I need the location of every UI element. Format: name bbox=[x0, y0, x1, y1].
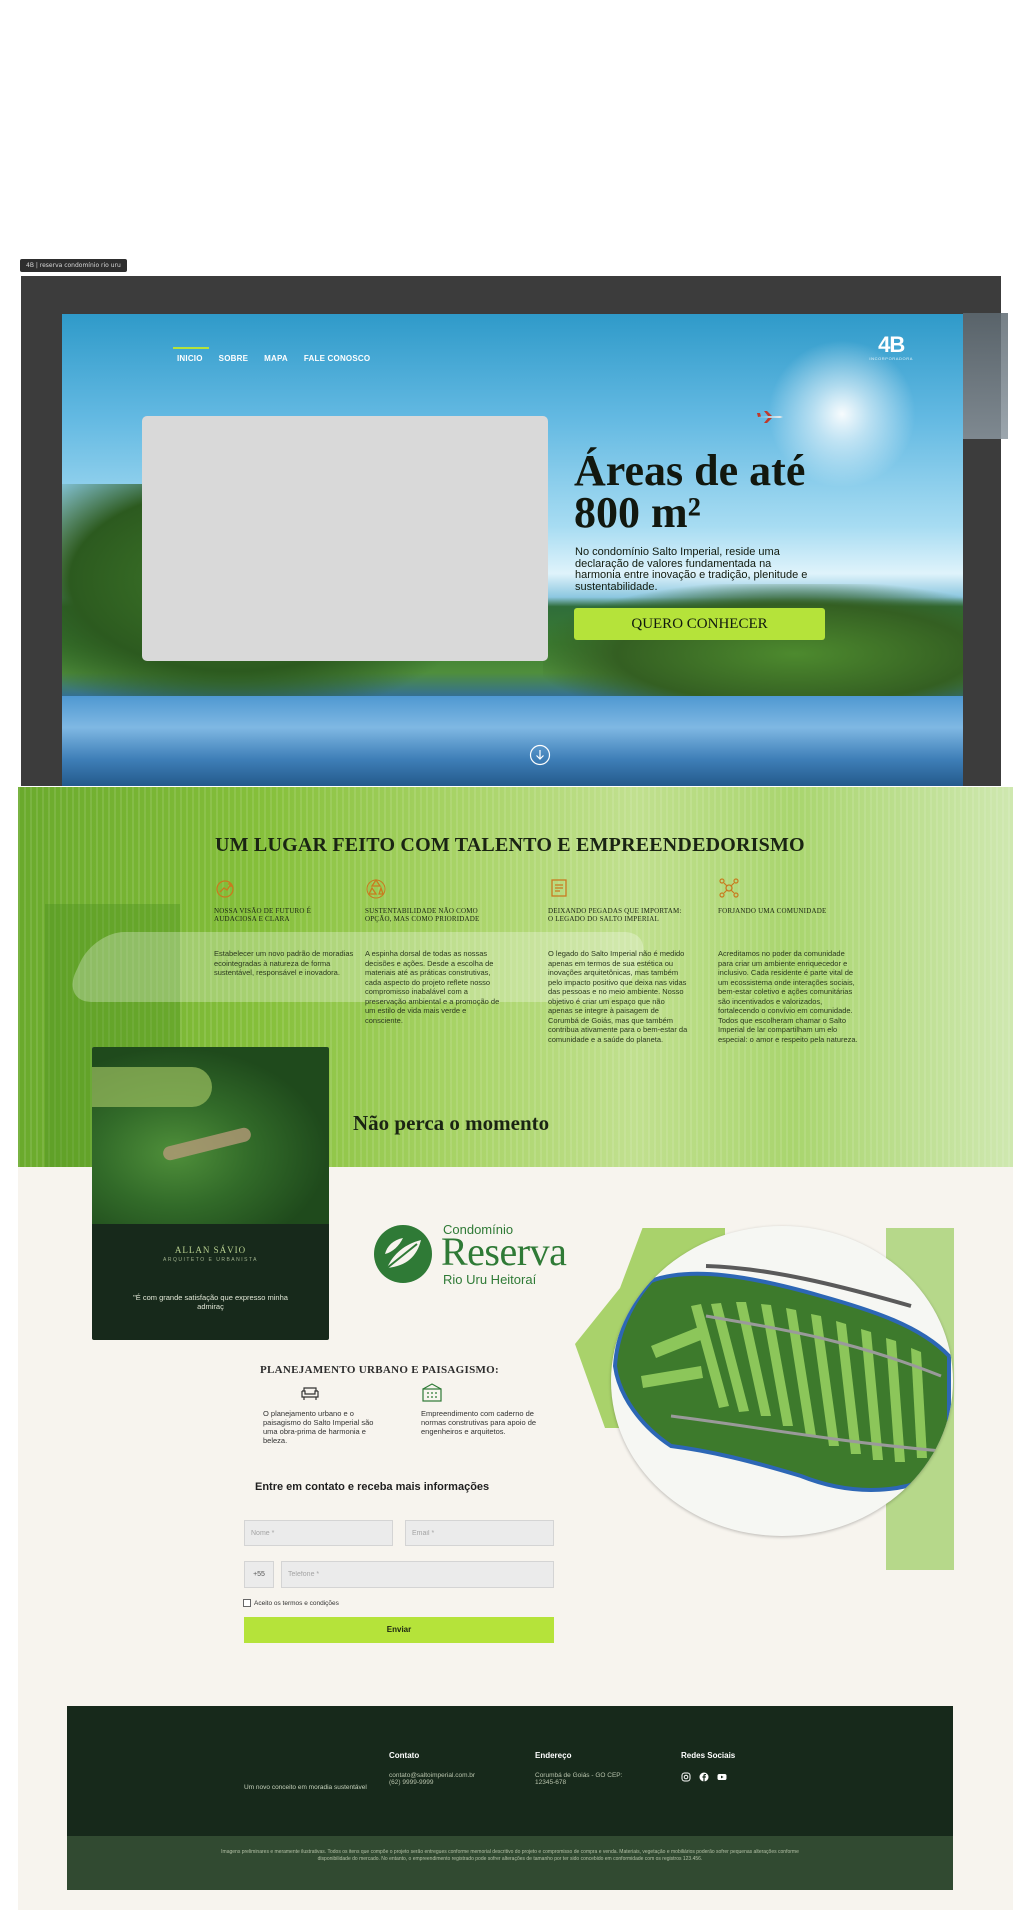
planning-item-norms: Empreendimento com caderno de normas con… bbox=[421, 1383, 539, 1436]
community-icon bbox=[719, 878, 739, 898]
facebook-icon[interactable] bbox=[699, 1772, 709, 1782]
pillar-body: Estabelecer um novo padrão de moradias e… bbox=[214, 949, 354, 977]
building-icon bbox=[422, 1383, 442, 1402]
footer-social: Redes Sociais bbox=[681, 1751, 735, 1782]
footer-email[interactable]: contato@saltoimperial.com.br bbox=[389, 1772, 475, 1779]
testimonial-quote: "É com grande satisfação que expresso mi… bbox=[133, 1293, 288, 1311]
footer-social-title: Redes Sociais bbox=[681, 1751, 736, 1760]
terms-checkbox[interactable]: Aceito os termos e condições bbox=[243, 1599, 339, 1607]
brand-line3: Rio Uru Heitoraí bbox=[443, 1272, 537, 1287]
terms-label: Aceito os termos e condições bbox=[254, 1599, 339, 1607]
footer-contact: Contato contato@saltoimperial.com.br (62… bbox=[389, 1751, 475, 1786]
planning-item-landscape: O planejamento urbano e o paisagismo do … bbox=[263, 1383, 381, 1445]
logo-subtitle: INCORPORADORA bbox=[869, 356, 913, 361]
planning-title: PLANEJAMENTO URBANO E PAISAGISMO: bbox=[260, 1364, 499, 1376]
instagram-icon[interactable] bbox=[681, 1772, 691, 1782]
footer-address: Endereço Corumbá de Goiás - GO CEP: 1234… bbox=[535, 1751, 622, 1786]
growth-icon bbox=[216, 880, 234, 898]
testimonial-name: ALLAN SÁVIO bbox=[174, 1245, 247, 1255]
leaf-logo-icon bbox=[374, 1225, 432, 1283]
frame-side-panel bbox=[963, 313, 1008, 439]
footer: Um novo conceito em moradia sustentável … bbox=[67, 1706, 953, 1890]
footer-address-title: Endereço bbox=[535, 1751, 572, 1760]
phone-country-code[interactable]: +55 bbox=[244, 1561, 274, 1588]
phone-field[interactable] bbox=[281, 1561, 554, 1588]
frame-label: 4B | reserva condomínio rio uru bbox=[20, 259, 127, 272]
pillar-title: SUSTENTABILIDADE NÃO COMO OPÇÃO, MAS COM… bbox=[365, 907, 480, 923]
site-plan-drawing bbox=[612, 1264, 951, 1492]
brand-line2: Reserva bbox=[441, 1229, 567, 1274]
pillar-legacy: DEIXANDO PEGADAS QUE IMPORTAM: O LEGADO … bbox=[548, 877, 688, 1044]
scroll-down-icon[interactable] bbox=[529, 744, 551, 766]
video-placeholder[interactable] bbox=[142, 416, 548, 661]
reserva-logo: Condomínio Reserva Rio Uru Heitoraí bbox=[373, 1220, 623, 1290]
pillar-title: DEIXANDO PEGADAS QUE IMPORTAM: O LEGADO … bbox=[548, 907, 682, 923]
sofa-icon bbox=[301, 1387, 319, 1400]
pillar-community: FORJANDO UMA COMUNIDADE Acreditamos no p… bbox=[718, 877, 858, 1044]
photo-field bbox=[92, 1067, 212, 1107]
airplane-icon bbox=[757, 411, 783, 423]
hero-title-line2: 800 m² bbox=[574, 488, 701, 537]
pillar-body: O legado do Salto Imperial não é medido … bbox=[548, 949, 688, 1044]
nav-item-mapa[interactable]: MAPA bbox=[264, 348, 288, 363]
pillar-sustainability: SUSTENTABILIDADE NÃO COMO OPÇÃO, MAS COM… bbox=[365, 877, 505, 1025]
river-water bbox=[62, 696, 963, 786]
quero-conhecer-button[interactable]: QUERO CONHECER bbox=[574, 608, 825, 640]
photo-river bbox=[161, 1126, 253, 1162]
hero-description: No condomínio Salto Imperial, reside uma… bbox=[575, 546, 808, 593]
nav-item-inicio[interactable]: INICIO bbox=[173, 347, 209, 363]
footer-address-line1: Corumbá de Goiás - GO CEP: bbox=[535, 1772, 623, 1779]
pillar-title: FORJANDO UMA COMUNIDADE bbox=[718, 907, 827, 915]
pillar-vision: NOSSA VISÃO DE FUTURO É AUDACIOSA E CLAR… bbox=[214, 877, 354, 978]
brand-logo[interactable]: 4B INCORPORADORA bbox=[869, 332, 913, 362]
nav-item-sobre[interactable]: SOBRE bbox=[219, 348, 248, 363]
footer-phone[interactable]: (62) 9999-9999 bbox=[389, 1779, 475, 1786]
pillar-body: A espinha dorsal de todas as nossas deci… bbox=[365, 949, 500, 1025]
testimonial-card: ALLAN SÁVIO ARQUITETO E URBANISTA "É com… bbox=[92, 1047, 329, 1340]
logo-mark: 4B bbox=[878, 332, 905, 357]
submit-button[interactable]: Enviar bbox=[244, 1617, 554, 1643]
nav-item-fale-conosco[interactable]: FALE CONOSCO bbox=[304, 348, 370, 363]
testimonial-role: ARQUITETO E URBANISTA bbox=[163, 1257, 258, 1263]
contact-form-title: Entre em contato e receba mais informaçõ… bbox=[255, 1481, 490, 1493]
social-links bbox=[681, 1772, 735, 1782]
site-plan-map[interactable] bbox=[611, 1226, 953, 1536]
recycle-icon bbox=[366, 878, 386, 899]
youtube-icon[interactable] bbox=[717, 1772, 727, 1782]
footer-contact-title: Contato bbox=[389, 1751, 420, 1760]
legal-notice: Imagens preliminares e meramente ilustra… bbox=[221, 1849, 799, 1862]
hero-section: INICIO SOBRE MAPA FALE CONOSCO 4B INCORP… bbox=[62, 314, 963, 786]
checkbox-box[interactable] bbox=[243, 1599, 251, 1607]
footer-tagline: Um novo conceito em moradia sustentável bbox=[244, 1784, 367, 1791]
footer-address-line2: 12345-678 bbox=[535, 1779, 567, 1786]
name-field[interactable] bbox=[244, 1520, 393, 1546]
pillar-body: Acreditamos no poder da comunidade para … bbox=[718, 949, 858, 1044]
document-icon bbox=[551, 879, 567, 897]
email-field[interactable] bbox=[405, 1520, 554, 1546]
moment-title: Não perca o momento bbox=[353, 1111, 550, 1135]
pillar-title: NOSSA VISÃO DE FUTURO É AUDACIOSA E CLAR… bbox=[214, 907, 312, 923]
hero-title: Áreas de até 800 m² bbox=[574, 449, 864, 537]
aerial-photo bbox=[92, 1047, 329, 1224]
main-nav: INICIO SOBRE MAPA FALE CONOSCO bbox=[173, 347, 370, 363]
planning-item-text: Empreendimento com caderno de normas con… bbox=[421, 1409, 537, 1436]
section-title: UM LUGAR FEITO COM TALENTO E EMPREENDEDO… bbox=[215, 834, 805, 856]
planning-item-text: O planejamento urbano e o paisagismo do … bbox=[263, 1409, 374, 1445]
footer-legal-bar bbox=[67, 1836, 953, 1890]
